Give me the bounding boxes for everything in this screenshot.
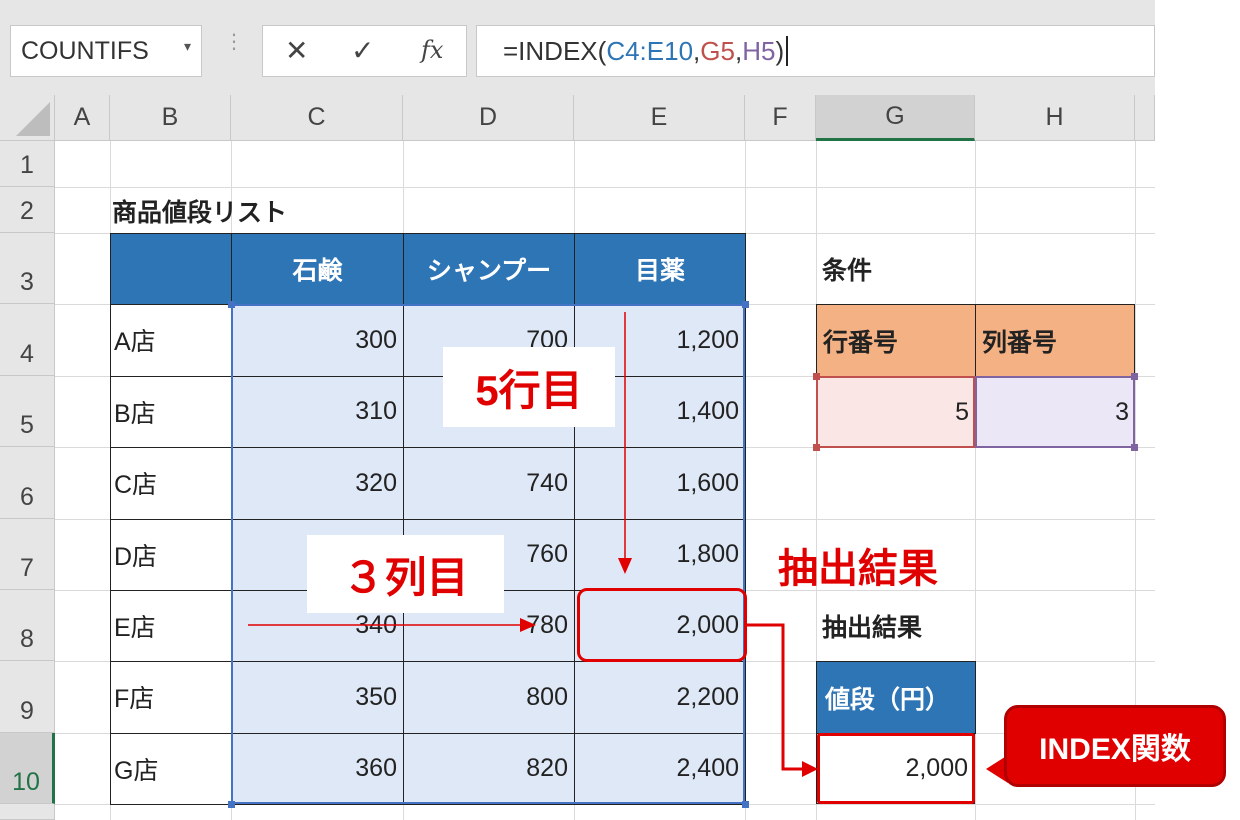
- index-function-callout: INDEX関数: [1004, 705, 1226, 787]
- col-arrow-head: [520, 618, 536, 632]
- annotation-arrows: [248, 312, 818, 777]
- row-arrow-head: [618, 558, 632, 574]
- result-connector: [747, 623, 804, 771]
- result-connector-head: [802, 761, 818, 777]
